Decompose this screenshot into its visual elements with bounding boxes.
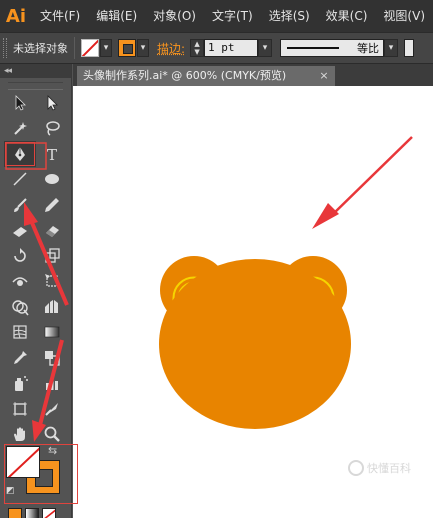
annotation-arrow-shaft: [329, 136, 413, 218]
stroke-weight-dropdown[interactable]: ▾: [258, 39, 273, 57]
color-mode-button[interactable]: [8, 508, 22, 518]
watermark: 快懂百科: [348, 460, 411, 476]
lasso-tool-icon[interactable]: [36, 116, 68, 142]
width-tool-icon[interactable]: [4, 269, 36, 295]
artboard-tool-icon[interactable]: [4, 396, 36, 422]
blend-tool-icon[interactable]: [36, 345, 68, 371]
gradient-tool-icon[interactable]: [36, 320, 68, 346]
separator: [74, 37, 75, 59]
slice-tool-icon[interactable]: [36, 396, 68, 422]
toolbox-grip[interactable]: [8, 82, 63, 90]
illustrator-window: Ai 文件(F) 编辑(E) 对象(O) 文字(T) 选择(S) 效果(C) 视…: [0, 0, 433, 518]
color-mode-buttons: [8, 508, 56, 518]
brush-definition-field[interactable]: [404, 39, 415, 57]
fill-stroke-widget: ⇆ ◩: [4, 444, 80, 506]
document-tab-title: 头像制作系列.ai* @ 600% (CMYK/预览): [83, 69, 287, 82]
document-tab[interactable]: 头像制作系列.ai* @ 600% (CMYK/预览) ×: [77, 66, 335, 86]
document-tab-bar: 头像制作系列.ai* @ 600% (CMYK/预览) ×: [73, 64, 433, 86]
eyedropper-tool-icon[interactable]: [4, 345, 36, 371]
none-slash-icon: [82, 40, 98, 56]
none-mode-button[interactable]: [42, 508, 56, 518]
control-bar: 未选择对象 ▾ ▾ 描边: ▲ ▼ 1 pt ▾ 等比 ▾: [0, 32, 433, 64]
watermark-logo-icon: [348, 460, 364, 476]
toolbox-collapse-button[interactable]: ◂◂: [0, 64, 71, 78]
pen-tool-icon[interactable]: [4, 141, 36, 167]
eraser-tool-icon[interactable]: [36, 218, 68, 244]
rotate-tool-icon[interactable]: [4, 243, 36, 269]
toolbox: ◂◂ T ⇆ ◩: [0, 64, 78, 518]
fill-swatch-none[interactable]: [81, 39, 99, 57]
selection-tool-icon[interactable]: [4, 90, 36, 116]
symbol-sprayer-tool-icon[interactable]: [4, 371, 36, 397]
fill-color-box[interactable]: [6, 446, 40, 478]
profile-line-preview: [287, 47, 340, 49]
paintbrush-tool-icon[interactable]: [4, 192, 36, 218]
stroke-dropdown-button[interactable]: ▾: [137, 39, 149, 57]
menu-bar: Ai 文件(F) 编辑(E) 对象(O) 文字(T) 选择(S) 效果(C) 视…: [0, 0, 433, 32]
stroke-swatch[interactable]: [118, 39, 136, 57]
panel-grip[interactable]: [3, 38, 7, 58]
document-area: 头像制作系列.ai* @ 600% (CMYK/预览) × 快懂百科: [73, 64, 433, 518]
blob-brush-tool-icon[interactable]: [4, 218, 36, 244]
menu-object[interactable]: 对象(O): [145, 0, 204, 32]
type-tool-icon[interactable]: T: [36, 141, 68, 167]
bear-head[interactable]: [159, 259, 351, 429]
magic-wand-tool-icon[interactable]: [4, 116, 36, 142]
selection-status: 未选择对象: [13, 42, 68, 55]
menu-file[interactable]: 文件(F): [32, 0, 88, 32]
watermark-text: 快懂百科: [367, 462, 411, 475]
none-slash-icon: [44, 509, 55, 518]
none-slash-icon: [7, 447, 39, 477]
tool-grid: T: [4, 90, 68, 447]
artboard-canvas[interactable]: 快懂百科: [73, 86, 433, 518]
close-tab-icon[interactable]: ×: [317, 66, 331, 86]
swap-fill-stroke-icon[interactable]: ⇆: [48, 444, 57, 457]
perspective-grid-tool-icon[interactable]: [36, 294, 68, 320]
menu-type[interactable]: 文字(T): [204, 0, 261, 32]
app-logo: Ai: [5, 5, 27, 27]
menu-edit[interactable]: 编辑(E): [88, 0, 145, 32]
artwork: [159, 136, 413, 429]
stroke-label[interactable]: 描边:: [157, 40, 185, 57]
menu-select[interactable]: 选择(S): [261, 0, 318, 32]
menu-effect[interactable]: 效果(C): [318, 0, 376, 32]
direct-selection-tool-icon[interactable]: [36, 90, 68, 116]
free-transform-tool-icon[interactable]: [36, 269, 68, 295]
menu-view[interactable]: 视图(V): [375, 0, 433, 32]
shape-builder-tool-icon[interactable]: [4, 294, 36, 320]
scale-tool-icon[interactable]: [36, 243, 68, 269]
mesh-tool-icon[interactable]: [4, 320, 36, 346]
fill-dropdown-button[interactable]: ▾: [100, 39, 112, 57]
line-segment-tool-icon[interactable]: [4, 167, 36, 193]
stroke-weight-input[interactable]: 1 pt: [204, 39, 259, 57]
stroke-weight-spinner[interactable]: ▲ ▼: [190, 39, 205, 57]
profile-dropdown[interactable]: ▾: [384, 39, 399, 57]
variable-width-profile[interactable]: 等比: [280, 39, 385, 57]
svg-text:T: T: [47, 146, 57, 163]
ellipse-tool-icon[interactable]: [36, 167, 68, 193]
column-graph-tool-icon[interactable]: [36, 371, 68, 397]
annotation-arrow-head: [312, 203, 339, 229]
pencil-tool-icon[interactable]: [36, 192, 68, 218]
gradient-mode-button[interactable]: [25, 508, 39, 518]
default-colors-icon[interactable]: ◩: [6, 486, 16, 496]
profile-label: 等比: [357, 42, 380, 55]
